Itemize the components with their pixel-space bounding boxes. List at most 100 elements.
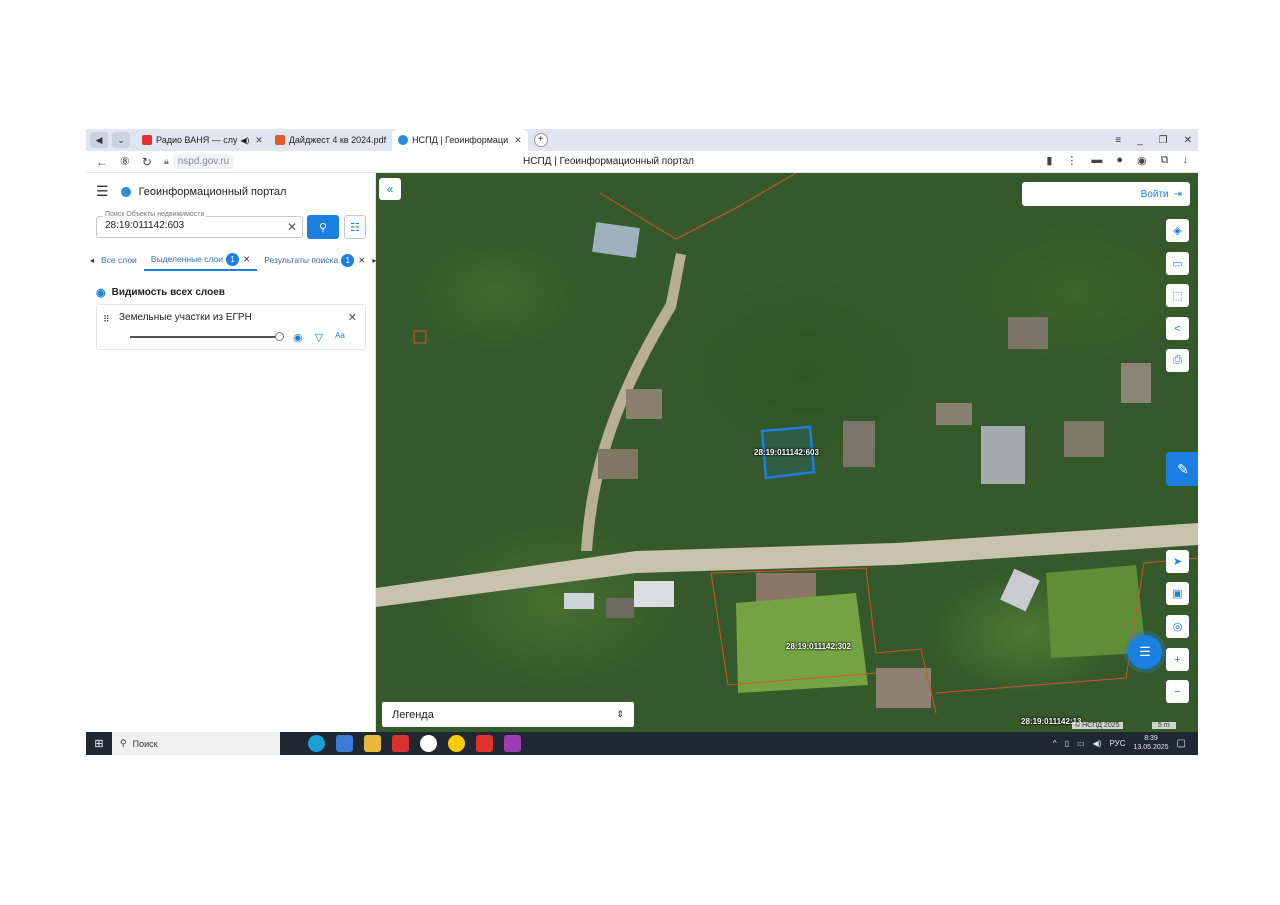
yandex-icon[interactable] <box>476 735 493 752</box>
chevron-left-icon[interactable]: ◂ <box>86 256 94 265</box>
filter-icon[interactable]: ▽ <box>315 331 323 344</box>
share-button[interactable]: < <box>1166 317 1189 340</box>
mail-icon[interactable] <box>336 735 353 752</box>
search-button[interactable]: ⚲ <box>307 215 339 239</box>
back-icon[interactable]: ← <box>96 155 108 169</box>
browser-window: ◀ ⌄ Радио ВАНЯ — слу ◀) ✕ Дайджест 4 кв … <box>86 129 1198 755</box>
portal-icon <box>398 135 409 145</box>
minus-icon: − <box>1174 685 1181 698</box>
tab-search-results[interactable]: Результаты поиска 1 ✕ <box>257 249 372 271</box>
sound-icon[interactable]: ◀ <box>90 132 108 148</box>
plus-icon: + <box>1174 653 1181 666</box>
label-toggle-icon[interactable]: Aa <box>335 331 345 344</box>
page-title: НСПД | Геоинформационный портал <box>523 156 694 167</box>
network-icon[interactable]: ▭ <box>1077 739 1085 748</box>
tab-selected-layers[interactable]: Выделенные слои 1 ✕ <box>143 249 258 271</box>
search-location-button[interactable]: ◎ <box>1166 615 1189 638</box>
tab-radio[interactable]: Радио ВАНЯ — слу ◀) ✕ <box>136 129 269 151</box>
chat-button[interactable]: ☰ <box>1128 635 1162 669</box>
notifications-icon[interactable]: ▢ <box>1177 738 1186 749</box>
select-area-button[interactable]: ⬚ <box>1166 284 1189 307</box>
visibility-label: Видимость всех слоев <box>111 287 225 298</box>
login-label: Войти <box>1140 188 1169 200</box>
restore-icon[interactable]: ❐ <box>1159 135 1168 146</box>
search-input[interactable] <box>105 220 285 231</box>
minimize-icon[interactable]: _ <box>1137 135 1143 146</box>
locate-button[interactable]: ➤ <box>1166 550 1189 573</box>
drag-handle-icon[interactable]: ⠿ <box>103 314 110 325</box>
tab-digest[interactable]: Дайджест 4 кв 2024.pdf <box>269 129 392 151</box>
collapse-panel-button[interactable]: « <box>379 178 401 200</box>
tab-nspd[interactable]: НСПД | Геоинформаци ✕ <box>392 129 528 151</box>
folder-icon[interactable] <box>364 735 381 752</box>
taskbar-search[interactable]: ⚲ Поиск <box>112 732 280 755</box>
protect-icon[interactable]: ⑧ <box>120 155 130 168</box>
speaker-icon <box>142 135 152 145</box>
filter-settings-button[interactable]: ☷ <box>344 215 366 239</box>
layers-button[interactable]: ◈ <box>1166 219 1189 242</box>
download-icon[interactable]: ↓ <box>1183 154 1189 167</box>
media-icon[interactable]: ◉ <box>1137 154 1147 167</box>
measure-button[interactable]: ▭ <box>1166 252 1189 275</box>
clock[interactable]: 8:39 13.05.2025 <box>1134 734 1169 752</box>
hamburger-icon[interactable]: ☰ <box>96 183 109 200</box>
portal-title: Геоинформационный портал <box>138 185 287 198</box>
chat-icon: ☰ <box>1139 644 1151 659</box>
clear-icon[interactable]: ✕ <box>287 220 297 234</box>
close-icon[interactable]: ✕ <box>514 135 522 146</box>
panel-header: ☰ Геоинформационный портал <box>96 183 286 200</box>
close-icon[interactable]: ✕ <box>243 254 250 265</box>
login-button[interactable]: Войти ⇥ <box>1022 182 1190 206</box>
app-circle-icon[interactable] <box>420 735 437 752</box>
tabs-menu-icon[interactable]: ⌄ <box>112 132 130 148</box>
edge-icon[interactable] <box>308 735 325 752</box>
app-red-icon[interactable] <box>392 735 409 752</box>
satellite-map[interactable]: « Войти ⇥ ◈ ▭ ⬚ < ⎙ ✎ ➤ ▣ ◎ + − ☰ 28:19:… <box>376 173 1198 732</box>
reload-icon[interactable]: ↻ <box>142 155 152 169</box>
start-icon[interactable]: ⊞ <box>86 732 112 755</box>
minimap-button[interactable]: ▣ <box>1166 582 1189 605</box>
opacity-slider[interactable] <box>130 332 284 341</box>
parcel-label[interactable]: 28:19:011142:302 <box>786 642 851 651</box>
collections-icon[interactable]: ⧉ <box>1161 154 1169 167</box>
tab-label: Дайджест 4 кв 2024.pdf <box>288 135 387 145</box>
close-icon[interactable]: ✕ <box>348 311 357 324</box>
close-icon[interactable]: ✕ <box>255 135 263 146</box>
map-attribution: © НСПД 2025 <box>1072 722 1123 729</box>
search-icon: ⚲ <box>120 738 127 748</box>
winrar-icon[interactable] <box>504 735 521 752</box>
menu-icon[interactable]: ≡ <box>1115 135 1121 146</box>
layer-tabs: ◂ Все слои Выделенные слои 1 ✕ Результат… <box>86 249 376 271</box>
eye-icon[interactable]: ◉ <box>293 331 303 344</box>
close-icon[interactable]: ✕ <box>358 255 365 266</box>
legend-dropdown[interactable]: Легенда ⇕ <box>382 702 634 727</box>
yandex-browser-icon[interactable] <box>448 735 465 752</box>
chevron-up-icon[interactable]: ^ <box>1053 739 1057 748</box>
window-controls: ≡ _ ❐ ✕ <box>1115 129 1192 151</box>
eye-icon: ◉ <box>96 287 106 299</box>
side-panel-button[interactable]: ✎ <box>1166 452 1198 486</box>
new-tab-button[interactable]: + <box>533 133 548 147</box>
windows-taskbar: ⊞ ⚲ Поиск ^ ▯ ▭ ◀) РУС 8:39 13.05.2025 ▢ <box>86 732 1198 755</box>
layer-actions: ◉ ▽ Aa <box>293 331 345 344</box>
scale-bar: 5 m <box>1152 722 1176 729</box>
slider-knob[interactable] <box>275 332 284 341</box>
print-button[interactable]: ⎙ <box>1166 349 1189 372</box>
language-indicator[interactable]: РУС <box>1109 739 1125 748</box>
visibility-toggle[interactable]: ◉ Видимость всех слоев <box>96 286 225 299</box>
bookmark-icon[interactable]: ▮ <box>1046 154 1052 167</box>
search-box: Поиск Объекты недвижимости ✕ <box>96 211 303 238</box>
volume-icon[interactable]: ◀) <box>1093 739 1102 748</box>
zoom-in-button[interactable]: + <box>1166 648 1189 671</box>
speaker-icon: ◀) <box>240 135 250 145</box>
battery-icon[interactable]: ▯ <box>1065 739 1069 748</box>
extension-icon[interactable]: ▬ <box>1091 154 1102 167</box>
parcel-label[interactable]: 28:19:011142:603 <box>754 448 819 457</box>
zoom-out-button[interactable]: − <box>1166 680 1189 703</box>
more-icon[interactable]: ⋮ <box>1066 154 1077 167</box>
url-field[interactable]: nspd.gov.ru <box>172 154 235 169</box>
tab-all-layers[interactable]: Все слои <box>94 249 144 271</box>
profile-icon[interactable]: ● <box>1116 154 1123 167</box>
minimap-icon: ▣ <box>1172 588 1183 600</box>
close-window-icon[interactable]: ✕ <box>1184 135 1192 146</box>
